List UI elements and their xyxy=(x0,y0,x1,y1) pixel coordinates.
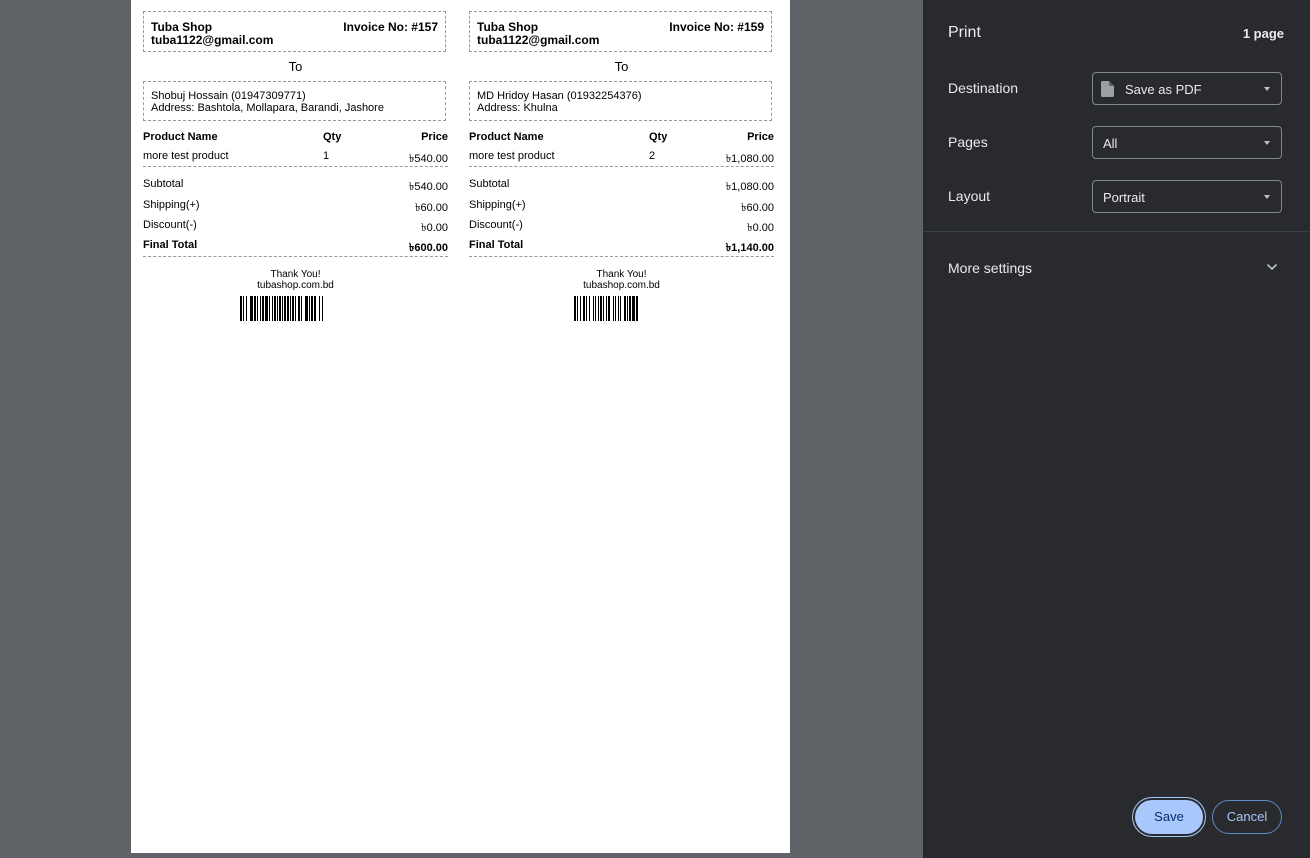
invoice-number: Invoice No: #157 xyxy=(343,20,438,34)
shipping-value: ৳60.00 xyxy=(414,202,448,214)
preview-page: Tuba Shop tuba1122@gmail.com Invoice No:… xyxy=(131,0,790,853)
customer-address: Address: Khulna xyxy=(477,102,558,114)
header-qty: Qty xyxy=(323,131,342,143)
table-row: more test product 1 ৳540.00 xyxy=(143,150,448,165)
shipping-label: Shipping(+) xyxy=(469,199,526,211)
pages-value: All xyxy=(1103,136,1118,151)
item-name: more test product xyxy=(143,150,229,162)
pages-select[interactable]: All xyxy=(1092,126,1282,159)
discount-label: Discount(-) xyxy=(143,219,197,231)
dropdown-arrow-icon xyxy=(1264,87,1270,91)
chevron-down-icon[interactable] xyxy=(1266,263,1278,271)
destination-select[interactable]: Save as PDF xyxy=(1092,72,1282,105)
discount-row: Discount(-) ৳0.00 xyxy=(143,219,448,234)
total-label: Final Total xyxy=(469,239,524,251)
to-label: To xyxy=(614,59,629,74)
subtotal-row: Subtotal ৳540.00 xyxy=(143,178,448,193)
item-name: more test product xyxy=(469,150,555,162)
discount-row: Discount(-) ৳0.00 xyxy=(469,219,774,234)
to-label: To xyxy=(288,59,303,74)
header-price: Price xyxy=(747,131,774,143)
subtotal-value: ৳1,080.00 xyxy=(725,181,774,193)
header-price: Price xyxy=(421,131,448,143)
barcode-gap xyxy=(323,296,324,321)
discount-value: ৳0.00 xyxy=(421,222,448,234)
customer-address: Address: Bashtola, Mollapara, Barandi, J… xyxy=(151,102,384,114)
discount-label: Discount(-) xyxy=(469,219,523,231)
header-product-name: Product Name xyxy=(143,131,218,143)
subtotal-value: ৳540.00 xyxy=(408,181,448,193)
invoice-header: Tuba Shop tuba1122@gmail.com Invoice No:… xyxy=(143,11,446,52)
destination-value: Save as PDF xyxy=(1125,82,1202,97)
print-preview-area: Tuba Shop tuba1122@gmail.com Invoice No:… xyxy=(0,0,923,858)
document-icon xyxy=(1101,81,1114,97)
print-settings-panel: Print 1 page Destination Save as PDF Pag… xyxy=(923,0,1310,858)
invoice-number: Invoice No: #159 xyxy=(669,20,764,34)
dropdown-arrow-icon xyxy=(1264,195,1270,199)
total-label: Final Total xyxy=(143,239,198,251)
barcode-image xyxy=(240,296,324,321)
divider xyxy=(143,166,448,167)
panel-divider xyxy=(923,231,1310,232)
shop-email: tuba1122@gmail.com xyxy=(477,33,600,47)
total-row: Final Total ৳600.00 xyxy=(143,239,448,254)
more-settings-toggle[interactable]: More settings xyxy=(948,260,1032,276)
website-text: tubashop.com.bd xyxy=(257,280,334,291)
page-count: 1 page xyxy=(1242,26,1284,41)
shop-name: Tuba Shop xyxy=(151,20,213,34)
layout-label: Layout xyxy=(948,188,991,204)
thank-you-text: Thank You! xyxy=(270,269,321,280)
destination-label: Destination xyxy=(948,80,1019,96)
header-qty: Qty xyxy=(649,131,668,143)
shop-name: Tuba Shop xyxy=(477,20,539,34)
layout-value: Portrait xyxy=(1103,190,1145,205)
dropdown-arrow-icon xyxy=(1264,141,1270,145)
shop-email: tuba1122@gmail.com xyxy=(151,33,274,47)
invoice-header: Tuba Shop tuba1122@gmail.com Invoice No:… xyxy=(469,11,772,52)
pages-label: Pages xyxy=(948,134,988,150)
header-product-name: Product Name xyxy=(469,131,544,143)
item-qty: 1 xyxy=(323,150,330,162)
divider xyxy=(469,256,774,257)
website-text: tubashop.com.bd xyxy=(583,280,660,291)
subtotal-label: Subtotal xyxy=(143,178,184,190)
customer-name: Shobuj Hossain (01947309771) xyxy=(151,90,306,102)
table-header: Product Name Qty Price xyxy=(469,131,774,145)
customer-name: MD Hridoy Hasan (01932254376) xyxy=(477,90,642,102)
save-button[interactable]: Save xyxy=(1135,800,1203,834)
print-title: Print xyxy=(948,24,981,41)
shipping-row: Shipping(+) ৳60.00 xyxy=(143,199,448,214)
barcode-image xyxy=(574,296,639,321)
shipping-row: Shipping(+) ৳60.00 xyxy=(469,199,774,214)
discount-value: ৳0.00 xyxy=(747,222,774,234)
thank-you-text: Thank You! xyxy=(596,269,647,280)
divider xyxy=(143,256,448,257)
customer-address-box: Shobuj Hossain (01947309771) Address: Ba… xyxy=(143,81,446,121)
item-qty: 2 xyxy=(649,150,656,162)
shipping-value: ৳60.00 xyxy=(740,202,774,214)
divider xyxy=(469,166,774,167)
table-header: Product Name Qty Price xyxy=(143,131,448,145)
subtotal-label: Subtotal xyxy=(469,178,510,190)
barcode-gap xyxy=(638,296,639,321)
subtotal-row: Subtotal ৳1,080.00 xyxy=(469,178,774,193)
table-row: more test product 2 ৳1,080.00 xyxy=(469,150,774,165)
layout-select[interactable]: Portrait xyxy=(1092,180,1282,213)
customer-address-box: MD Hridoy Hasan (01932254376) Address: K… xyxy=(469,81,772,121)
total-row: Final Total ৳1,140.00 xyxy=(469,239,774,254)
cancel-button[interactable]: Cancel xyxy=(1212,800,1282,834)
shipping-label: Shipping(+) xyxy=(143,199,200,211)
